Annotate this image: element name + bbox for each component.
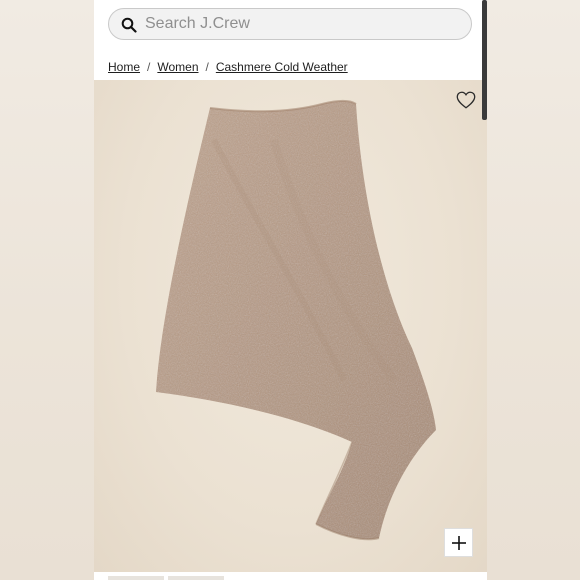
backdrop-left [0, 0, 94, 580]
breadcrumb-cashmere-cold-weather[interactable]: Cashmere Cold Weather [216, 60, 348, 74]
zoom-button[interactable] [444, 528, 473, 557]
search-icon [121, 17, 137, 33]
scrollbar[interactable] [482, 0, 487, 120]
image-thumbnails [94, 572, 487, 580]
breadcrumb-separator: / [147, 60, 151, 74]
product-image[interactable] [94, 80, 487, 572]
plus-icon [452, 536, 466, 550]
thumbnail[interactable] [168, 576, 224, 580]
heart-icon[interactable] [455, 89, 477, 111]
breadcrumb-women[interactable]: Women [157, 60, 198, 74]
phone-screen: Home / Women / Cashmere Cold Weather [94, 0, 487, 580]
breadcrumb-separator: / [205, 60, 209, 74]
search-bar[interactable] [108, 8, 472, 40]
search-input[interactable] [145, 13, 455, 35]
cashmere-poncho-image [156, 100, 436, 541]
breadcrumb: Home / Women / Cashmere Cold Weather [108, 59, 348, 75]
breadcrumb-home[interactable]: Home [108, 60, 140, 74]
backdrop-right [487, 0, 580, 580]
thumbnail[interactable] [108, 576, 164, 580]
